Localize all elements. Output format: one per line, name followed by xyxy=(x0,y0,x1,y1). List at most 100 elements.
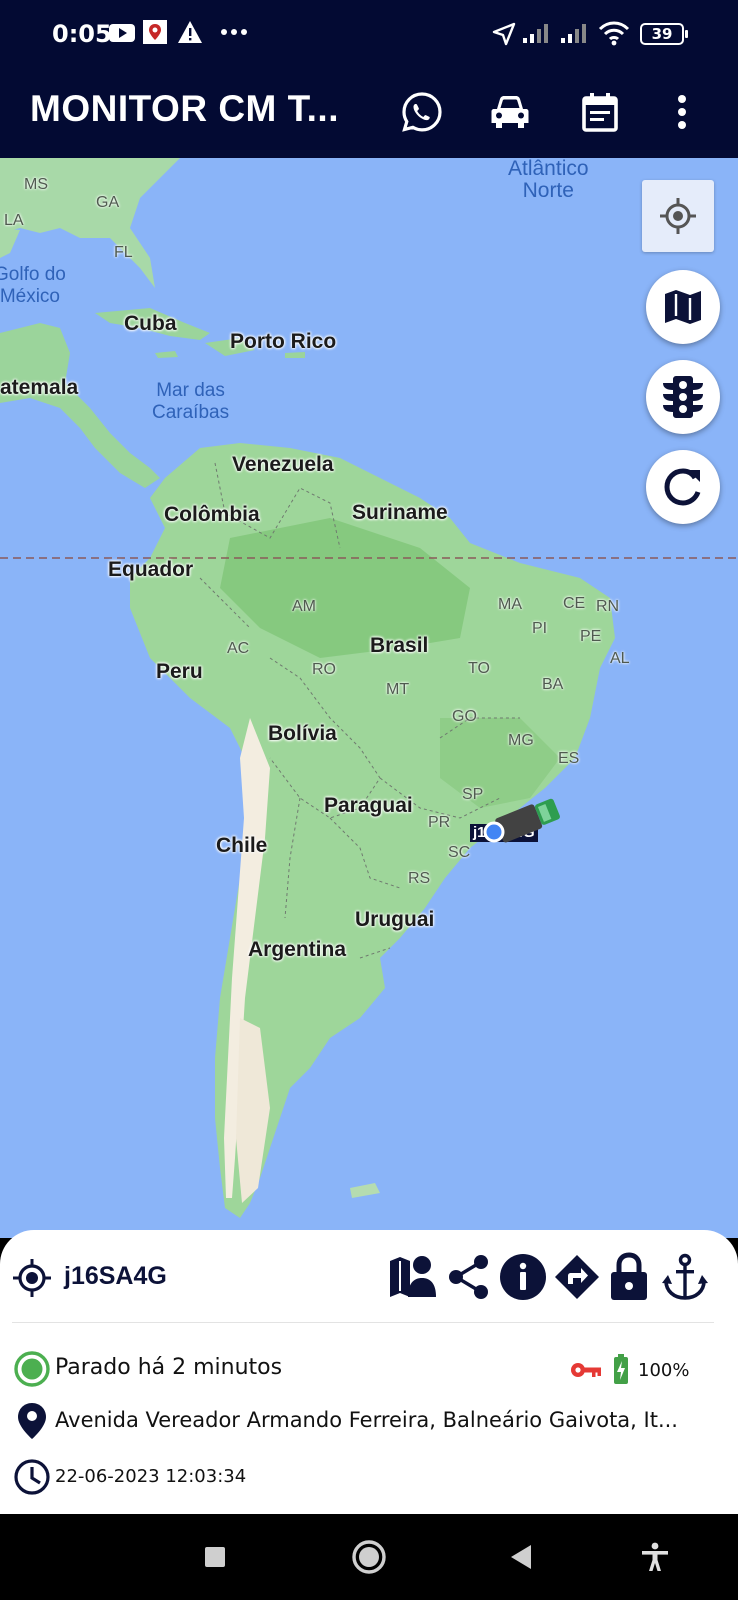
battery-percent: 100% xyxy=(638,1360,690,1381)
label-mar-caraibas: Mar das Caraíbas xyxy=(152,380,230,423)
state-label: BA xyxy=(542,676,564,693)
label-atlantico-norte: Atlântico Norte xyxy=(508,158,589,202)
state-label: ES xyxy=(558,750,580,767)
accessibility-button[interactable] xyxy=(630,1532,680,1582)
info-icon xyxy=(500,1254,546,1300)
state-label: FL xyxy=(114,244,133,261)
state-label: GA xyxy=(96,194,120,211)
back-button[interactable] xyxy=(496,1532,546,1582)
country-label: Brasil xyxy=(370,634,429,657)
state-label: RN xyxy=(596,598,620,615)
country-label: Paraguai xyxy=(324,794,413,817)
state-label: MT xyxy=(386,681,410,698)
my-location-button[interactable] xyxy=(642,180,714,252)
whatsapp-icon xyxy=(402,92,442,132)
clock-icon xyxy=(14,1459,50,1495)
home-icon xyxy=(352,1540,386,1574)
signal-icon xyxy=(561,24,586,43)
country-label: atemala xyxy=(0,376,79,399)
map-view[interactable]: Atlântico Norte Golfo do México Mar das … xyxy=(0,158,738,1238)
state-label: AM xyxy=(292,598,316,615)
youtube-icon xyxy=(109,24,135,42)
signal-icon xyxy=(523,24,548,43)
car-icon xyxy=(491,96,529,128)
navigation-arrow-icon xyxy=(492,22,516,46)
state-label: PI xyxy=(532,620,548,637)
gps-target-icon xyxy=(13,1259,51,1297)
warning-icon xyxy=(178,21,202,43)
lock-icon xyxy=(611,1252,647,1300)
map-type-icon xyxy=(665,290,701,324)
lock-button[interactable] xyxy=(602,1250,656,1304)
page-title: MONITOR CM T... xyxy=(30,88,339,129)
person-map-icon xyxy=(390,1256,436,1297)
recents-button[interactable] xyxy=(190,1532,240,1582)
country-label: Colômbia xyxy=(164,503,260,526)
state-label: MA xyxy=(498,596,522,613)
whatsapp-button[interactable] xyxy=(392,82,452,142)
status-bar: 0:05 39 xyxy=(0,0,738,68)
state-label: RO xyxy=(312,661,336,678)
country-label: Argentina xyxy=(248,938,347,961)
vehicle-info-sheet: j16SA4G Parado há 2 minutos 100% Avenida… xyxy=(0,1230,738,1514)
back-icon xyxy=(511,1545,531,1569)
refresh-button[interactable] xyxy=(646,450,720,524)
state-label: SC xyxy=(448,844,471,861)
home-button[interactable] xyxy=(344,1532,394,1582)
country-label: Porto Rico xyxy=(230,330,337,353)
label-golfo-mexico: Golfo do México xyxy=(0,264,66,307)
directions-button[interactable] xyxy=(550,1250,604,1304)
refresh-icon xyxy=(664,468,701,506)
state-label: AC xyxy=(227,640,250,657)
calendar-button[interactable] xyxy=(570,82,630,142)
vehicles-button[interactable] xyxy=(480,82,540,142)
status-stopped-icon xyxy=(14,1351,50,1387)
datetime-text: 22-06-2023 12:03:34 xyxy=(55,1466,247,1487)
country-label: Bolívia xyxy=(268,722,337,745)
share-button[interactable] xyxy=(442,1250,496,1304)
country-label: Cuba xyxy=(124,312,177,335)
location-pin-icon xyxy=(18,1403,46,1439)
country-label: Peru xyxy=(156,660,203,683)
divider xyxy=(12,1322,714,1323)
country-label: Equador xyxy=(108,558,194,581)
truck-marker-icon[interactable] xyxy=(470,798,566,848)
map-type-button[interactable] xyxy=(646,270,720,344)
key-icon xyxy=(571,1363,601,1377)
country-label: Uruguai xyxy=(355,908,435,931)
traffic-icon xyxy=(663,376,703,418)
anchor-icon xyxy=(662,1253,708,1300)
status-text: Parado há 2 minutos xyxy=(55,1355,283,1380)
accessibility-icon xyxy=(642,1542,668,1571)
state-label: PR xyxy=(428,814,451,831)
overflow-menu-button[interactable] xyxy=(662,82,702,142)
state-label: MG xyxy=(508,732,534,749)
traffic-button[interactable] xyxy=(646,360,720,434)
location-app-icon xyxy=(143,20,167,44)
battery-full-icon xyxy=(614,1354,628,1384)
vehicle-header: j16SA4G xyxy=(0,1230,738,1322)
state-label: TO xyxy=(468,660,490,677)
state-label: PE xyxy=(580,628,602,645)
status-time: 0:05 xyxy=(52,20,112,48)
wifi-icon xyxy=(598,21,630,46)
country-label: Suriname xyxy=(352,501,448,524)
map-land-shapes xyxy=(0,158,738,1218)
country-label: Chile xyxy=(216,834,268,857)
state-label: LA xyxy=(4,212,24,229)
vehicle-name: j16SA4G xyxy=(64,1262,167,1290)
anchor-button[interactable] xyxy=(658,1250,712,1304)
person-map-button[interactable] xyxy=(386,1250,440,1304)
state-label: GO xyxy=(452,708,477,725)
info-button[interactable] xyxy=(496,1250,550,1304)
state-label: MS xyxy=(24,176,48,193)
calendar-icon xyxy=(582,93,618,132)
country-label: Venezuela xyxy=(232,453,334,476)
system-nav-bar xyxy=(0,1514,738,1600)
recents-icon xyxy=(205,1547,225,1567)
share-icon xyxy=(449,1255,488,1299)
my-location-icon xyxy=(660,198,696,234)
state-label: AL xyxy=(610,650,630,667)
address-text: Avenida Vereador Armando Ferreira, Balne… xyxy=(55,1408,678,1432)
state-label: RS xyxy=(408,870,431,887)
